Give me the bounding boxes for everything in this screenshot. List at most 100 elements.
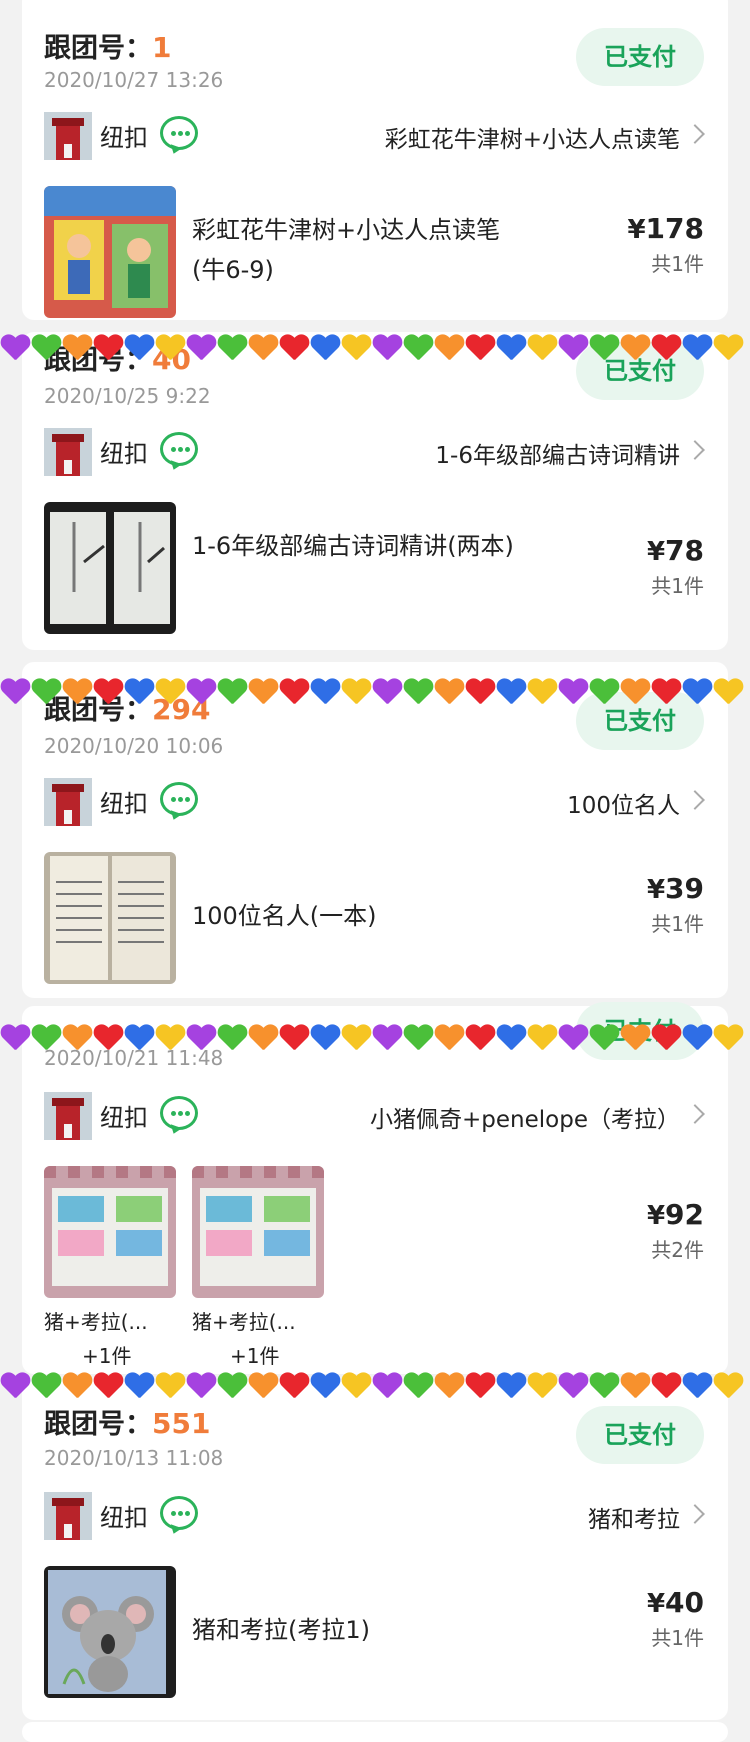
thumbnail-caption: 猪+考拉(...: [192, 1310, 296, 1334]
heart-icon: [372, 1371, 403, 1399]
wechat-icon[interactable]: [160, 782, 198, 816]
product-thumbnail[interactable]: [44, 186, 176, 318]
heart-icon: [248, 1023, 279, 1051]
avatar: [44, 1092, 92, 1140]
heart-icon: [310, 1371, 341, 1399]
heart-decoration-band: [0, 328, 750, 372]
heart-icon: [341, 677, 372, 705]
heart-icon: [93, 1023, 124, 1051]
item-count: 共2件: [651, 1238, 704, 1262]
product-thumbnail[interactable]: [44, 1566, 176, 1698]
heart-icon: [341, 333, 372, 361]
product-link[interactable]: 猪和考拉: [588, 1500, 680, 1534]
seller-row[interactable]: 纽扣 彩虹花牛津树+小达人点读笔: [44, 112, 705, 162]
heart-icon: [651, 677, 682, 705]
heart-icon: [155, 333, 186, 361]
heart-icon: [217, 1371, 248, 1399]
heart-decoration-band: [0, 672, 750, 716]
seller-name: 纽扣: [100, 1504, 148, 1532]
heart-icon: [217, 677, 248, 705]
heart-icon: [124, 333, 155, 361]
heart-icon: [0, 333, 31, 361]
wechat-icon[interactable]: [160, 1496, 198, 1530]
order-card[interactable]: 跟团号：551 2020/10/13 11:08 已支付 纽扣 猪和考拉 猪和考…: [22, 1380, 728, 1720]
heart-icon: [93, 677, 124, 705]
heart-icon: [496, 1023, 527, 1051]
product-thumbnail[interactable]: [44, 1166, 176, 1298]
heart-icon: [496, 677, 527, 705]
product-link[interactable]: 100位名人: [567, 786, 680, 820]
thumbnail-caption: 猪+考拉(...: [44, 1310, 148, 1334]
wechat-icon[interactable]: [160, 432, 198, 466]
heart-icon: [279, 1371, 310, 1399]
wechat-icon[interactable]: [160, 116, 198, 150]
next-order-card[interactable]: [22, 1722, 728, 1742]
chevron-right-icon: [685, 1104, 705, 1124]
heart-icon: [279, 677, 310, 705]
heart-icon: [31, 1371, 62, 1399]
heart-icon: [713, 677, 744, 705]
heart-icon: [0, 677, 31, 705]
seller-row[interactable]: 纽扣 100位名人: [44, 778, 705, 828]
heart-icon: [403, 333, 434, 361]
price: ¥92: [646, 1198, 704, 1231]
heart-icon: [217, 333, 248, 361]
heart-icon: [186, 1023, 217, 1051]
heart-icon: [496, 1371, 527, 1399]
heart-icon: [155, 1023, 186, 1051]
heart-icon: [341, 1371, 372, 1399]
product-link[interactable]: 彩虹花牛津树+小达人点读笔: [385, 120, 680, 154]
price: ¥78: [646, 534, 704, 567]
heart-decoration-band: [0, 1018, 750, 1062]
heart-icon: [124, 1371, 155, 1399]
heart-icon: [403, 1371, 434, 1399]
seller-row[interactable]: 纽扣 猪和考拉: [44, 1492, 705, 1542]
heart-icon: [155, 1371, 186, 1399]
heart-icon: [62, 1371, 93, 1399]
heart-icon: [434, 677, 465, 705]
heart-icon: [682, 333, 713, 361]
product-thumbnail[interactable]: [44, 502, 176, 634]
product-title: 1-6年级部编古诗词精讲(两本): [192, 532, 514, 560]
heart-icon: [279, 333, 310, 361]
item-count: 共1件: [651, 912, 704, 936]
heart-icon: [434, 1023, 465, 1051]
product-thumbnail[interactable]: [192, 1166, 324, 1298]
item-count: 共1件: [651, 252, 704, 276]
product-thumbnail[interactable]: [44, 852, 176, 984]
heart-icon: [465, 1371, 496, 1399]
heart-icon: [248, 1371, 279, 1399]
product-link[interactable]: 1-6年级部编古诗词精讲: [435, 436, 680, 470]
heart-icon: [682, 1371, 713, 1399]
price: ¥40: [646, 1586, 704, 1619]
seller-name: 纽扣: [100, 124, 148, 152]
heart-icon: [620, 1371, 651, 1399]
item-count: 共1件: [651, 574, 704, 598]
seller-row[interactable]: 纽扣 1-6年级部编古诗词精讲: [44, 428, 705, 478]
heart-icon: [124, 677, 155, 705]
avatar: [44, 1492, 92, 1540]
heart-icon: [31, 1023, 62, 1051]
heart-icon: [217, 1023, 248, 1051]
wechat-icon[interactable]: [160, 1096, 198, 1130]
heart-icon: [93, 333, 124, 361]
heart-icon: [310, 1023, 341, 1051]
heart-icon: [186, 677, 217, 705]
heart-icon: [310, 333, 341, 361]
price: ¥39: [646, 872, 704, 905]
seller-name: 纽扣: [100, 1104, 148, 1132]
seller-name: 纽扣: [100, 440, 148, 468]
order-date: 2020/10/27 13:26: [44, 68, 224, 92]
order-card[interactable]: 跟团号：1 2020/10/27 13:26 已支付 纽扣 彩虹花牛津树+小达人…: [22, 0, 728, 320]
heart-icon: [558, 333, 589, 361]
status-badge: 已支付: [576, 28, 704, 86]
seller-row[interactable]: 纽扣 小猪佩奇+penelope（考拉）: [44, 1092, 705, 1142]
product-link[interactable]: 小猪佩奇+penelope（考拉）: [370, 1100, 680, 1134]
order-card[interactable]: 跟团号：40 2020/10/25 9:22 已支付 纽扣 1-6年级部编古诗词…: [22, 332, 728, 650]
heart-icon: [186, 333, 217, 361]
heart-icon: [62, 1023, 93, 1051]
product-title: 彩虹花牛津树+小达人点读笔(牛6-9): [192, 216, 501, 284]
heart-icon: [372, 333, 403, 361]
group-number-label: 跟团号：1: [44, 31, 172, 64]
heart-icon: [682, 677, 713, 705]
